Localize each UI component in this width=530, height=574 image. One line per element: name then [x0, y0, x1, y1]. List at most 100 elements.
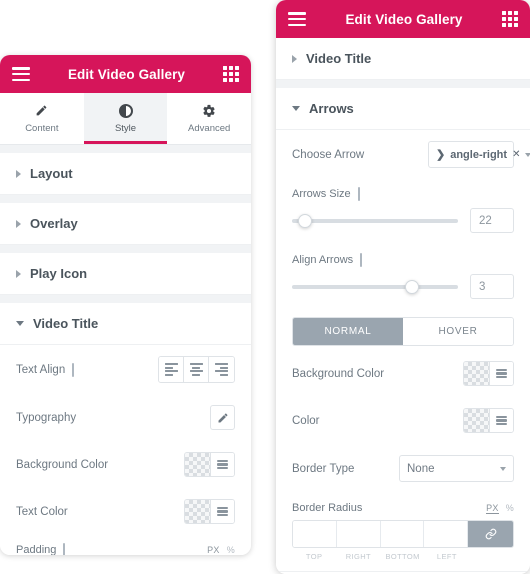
section-gap [0, 245, 251, 253]
unit-percent[interactable]: % [506, 503, 514, 513]
color-swatch[interactable] [464, 409, 489, 432]
align-arrows-value[interactable]: 3 [470, 274, 514, 299]
padding-label-group: Padding [16, 543, 76, 555]
slider-track [292, 284, 458, 289]
pencil-icon [218, 413, 227, 422]
padding-unit-toggle: PX % [207, 545, 235, 555]
background-color-swatch[interactable] [464, 362, 489, 385]
grid-icon[interactable] [223, 66, 239, 82]
palette-icon[interactable] [210, 500, 234, 523]
label-spacer [469, 552, 514, 561]
row-align-arrows-header: Align Arrows [276, 245, 530, 270]
arrows-size-slider[interactable] [292, 213, 458, 229]
border-type-value: None [407, 462, 435, 475]
chevron-right-icon [16, 219, 21, 228]
background-color-label: Background Color [16, 458, 109, 471]
grid-icon[interactable] [502, 11, 518, 27]
pencil-icon [0, 102, 84, 119]
section-gap [0, 195, 251, 203]
section-video-title[interactable]: Video Title [0, 303, 251, 345]
monitor-icon[interactable] [63, 543, 76, 555]
unit-px[interactable]: PX [486, 503, 499, 514]
section-video-title[interactable]: Video Title [276, 38, 530, 80]
palette-icon[interactable] [489, 409, 513, 432]
border-radius-right-input[interactable] [336, 521, 381, 547]
border-radius-dimension-control: TOP RIGHT BOTTOM LEFT [276, 518, 530, 571]
unit-percent[interactable]: % [227, 545, 235, 555]
choose-arrow-label: Choose Arrow [292, 148, 365, 161]
palette-icon[interactable] [210, 453, 234, 476]
row-typography: Typography [0, 394, 251, 441]
arrows-controls: Choose Arrow ❯ angle-right ✕ Arrows Size [276, 130, 530, 574]
typography-label: Typography [16, 411, 77, 424]
state-tab-hover[interactable]: HOVER [403, 318, 513, 345]
text-align-button-group [158, 356, 235, 383]
row-arrows-size-header: Arrows Size [276, 179, 530, 204]
hamburger-icon[interactable] [12, 67, 30, 81]
align-arrows-slider[interactable] [292, 279, 458, 295]
section-play-icon-label: Play Icon [30, 266, 88, 281]
align-left-button[interactable] [159, 357, 184, 382]
tab-style[interactable]: Style [83, 93, 168, 144]
border-type-select[interactable]: None [399, 455, 514, 482]
state-tab-normal[interactable]: NORMAL [293, 318, 403, 345]
monitor-icon[interactable] [357, 187, 371, 201]
border-radius-bottom-input[interactable] [380, 521, 425, 547]
border-radius-top-input[interactable] [293, 521, 337, 547]
left-panel-header: Edit Video Gallery [0, 55, 251, 93]
angle-right-icon: ❯ [436, 149, 446, 161]
row-border-type: Border Type None [276, 444, 530, 493]
tab-style-label: Style [114, 123, 137, 134]
palette-icon[interactable] [489, 362, 513, 385]
section-overlay-label: Overlay [30, 216, 78, 231]
monitor-icon[interactable] [72, 362, 85, 377]
choose-arrow-select[interactable]: ❯ angle-right ✕ [428, 141, 530, 168]
border-radius-top-label: TOP [305, 552, 323, 561]
arrows-size-label: Arrows Size [292, 188, 351, 200]
page-title: Edit Video Gallery [345, 11, 463, 27]
tab-advanced[interactable]: Advanced [167, 93, 251, 144]
chevron-down-icon [525, 152, 530, 157]
align-arrows-label-group: Align Arrows [292, 253, 373, 267]
chevron-down-icon [16, 321, 24, 326]
background-color-swatch[interactable] [185, 453, 210, 476]
section-layout[interactable]: Layout [0, 153, 251, 195]
slider-thumb[interactable] [298, 213, 313, 228]
section-arrows[interactable]: Arrows [276, 88, 530, 130]
text-color-label: Text Color [16, 505, 68, 518]
tab-content[interactable]: Content [0, 93, 84, 144]
hamburger-icon[interactable] [288, 12, 306, 26]
background-color-control [184, 452, 235, 477]
right-editor-panel: Edit Video Gallery Video Title Arrows Ch… [276, 0, 530, 574]
unit-px[interactable]: PX [207, 545, 220, 555]
background-color-control [463, 361, 514, 386]
right-panel-header: Edit Video Gallery [276, 0, 530, 38]
align-center-button[interactable] [184, 357, 209, 382]
align-arrows-slider-row: 3 [276, 270, 530, 311]
contrast-icon [84, 102, 168, 119]
text-align-label: Text Align [16, 363, 66, 376]
section-overlay[interactable]: Overlay [0, 203, 251, 245]
align-arrows-label: Align Arrows [292, 254, 354, 266]
close-icon[interactable]: ✕ [512, 149, 520, 160]
section-gap [276, 80, 530, 88]
arrows-size-value[interactable]: 22 [470, 208, 514, 233]
text-color-swatch[interactable] [185, 500, 210, 523]
chevron-right-icon [292, 54, 297, 63]
border-radius-left-input[interactable] [424, 521, 468, 547]
link-icon [485, 528, 496, 540]
border-type-label: Border Type [292, 462, 355, 475]
slider-thumb[interactable] [404, 279, 419, 294]
monitor-icon[interactable] [360, 253, 373, 267]
color-control [463, 408, 514, 433]
gear-icon [167, 102, 251, 119]
border-radius-right-label: RIGHT [345, 552, 372, 561]
section-arrows-label: Arrows [309, 101, 354, 116]
align-right-button[interactable] [209, 357, 234, 382]
typography-edit-button[interactable] [210, 405, 235, 430]
tab-content-label: Content [25, 123, 59, 134]
border-radius-link-button[interactable] [468, 521, 513, 547]
padding-label: Padding [16, 544, 57, 555]
section-play-icon[interactable]: Play Icon [0, 253, 251, 295]
arrows-size-label-group: Arrows Size [292, 187, 371, 201]
